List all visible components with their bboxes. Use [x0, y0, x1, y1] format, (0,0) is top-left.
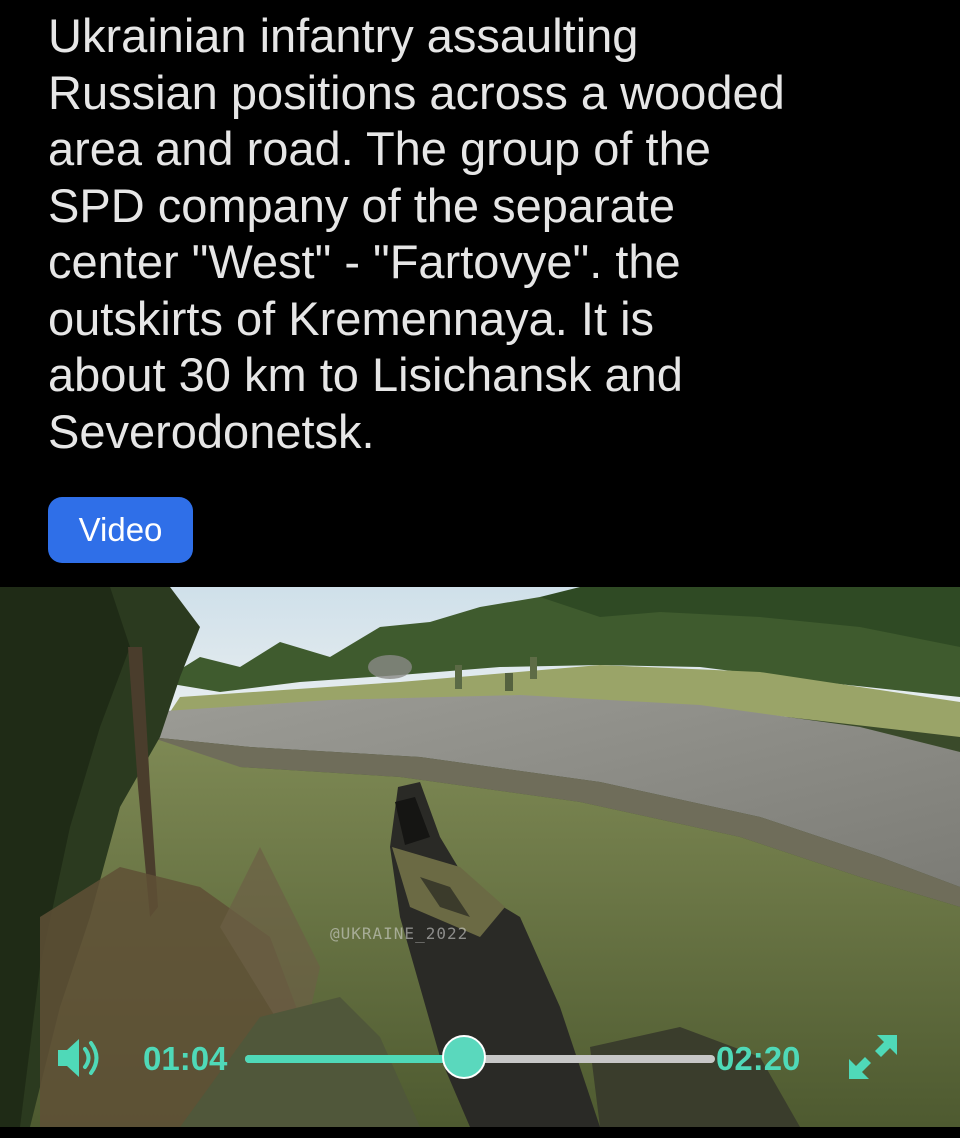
seek-thumb[interactable]: [441, 1035, 486, 1079]
playback-controls: 01:04 02:20: [0, 1027, 960, 1087]
seek-progress: [245, 1055, 464, 1063]
speaker-icon[interactable]: [54, 1035, 110, 1081]
current-time: 01:04: [143, 1040, 228, 1077]
total-time: 02:20: [716, 1040, 801, 1077]
video-watermark: @UKRAINE_2022: [330, 924, 469, 943]
seek-bar[interactable]: [245, 1035, 715, 1079]
video-tag-button[interactable]: Video: [48, 497, 193, 563]
bottom-edge: [0, 1127, 960, 1138]
post-card: Ukrainian infantry assaulting Russian po…: [0, 0, 960, 1138]
video-player[interactable]: @UKRAINE_2022 01:04 02:20: [0, 587, 960, 1127]
expand-arrows-icon[interactable]: [845, 1031, 901, 1083]
post-caption: Ukrainian infantry assaulting Russian po…: [48, 9, 785, 458]
